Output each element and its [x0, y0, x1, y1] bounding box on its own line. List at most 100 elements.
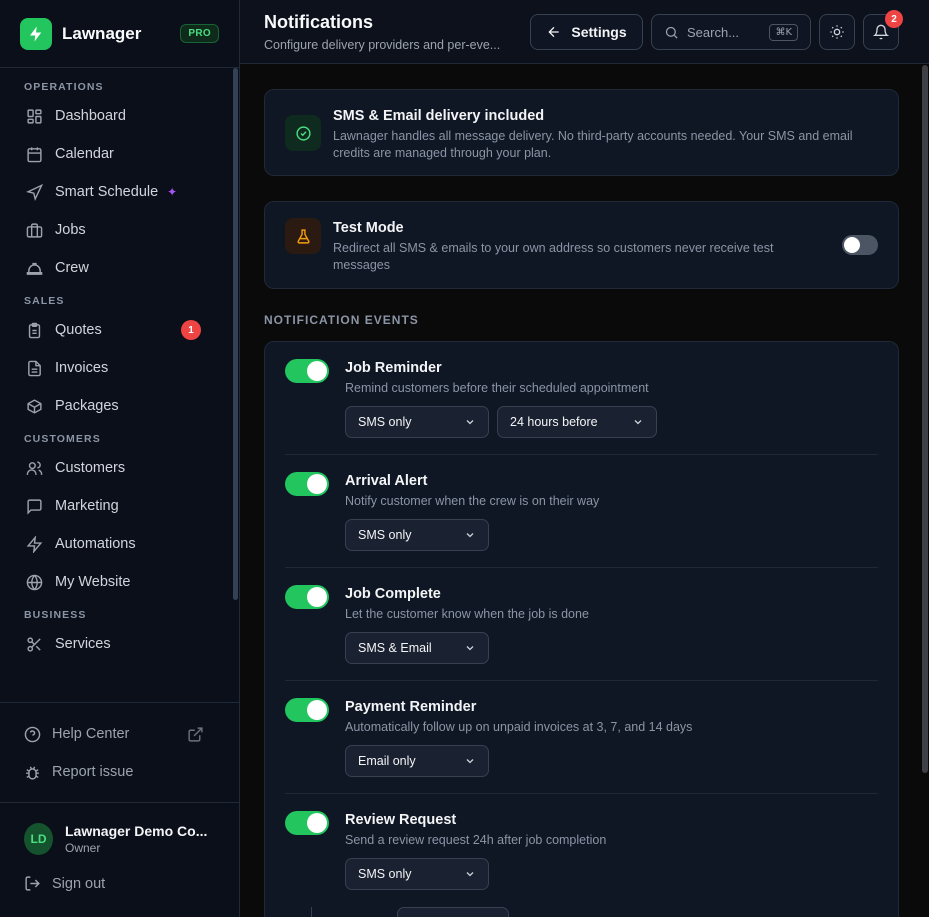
zap-icon — [26, 535, 43, 553]
notifications-button[interactable]: 2 — [863, 10, 903, 50]
sidebar-item-packages[interactable]: Packages — [0, 387, 232, 425]
sidebar-item-label: Marketing — [55, 498, 119, 514]
toggle-knob — [307, 474, 327, 494]
back-to-settings-button[interactable]: Settings — [530, 14, 643, 50]
main-scroll-thumb[interactable] — [922, 65, 928, 773]
search-input[interactable]: Search... ⌘K — [651, 14, 811, 50]
plan-badge: PRO — [180, 24, 219, 43]
event-description: Remind customers before their scheduled … — [345, 381, 649, 395]
sidebar-item-calendar[interactable]: Calendar — [0, 135, 232, 173]
sidebar-item-crew[interactable]: Crew — [0, 249, 232, 287]
event-title: Payment Reminder — [345, 699, 477, 715]
sidebar-item-customers[interactable]: Customers — [0, 449, 232, 487]
check-circle-icon — [285, 115, 321, 151]
test-mode-card: Test Mode Redirect all SMS & emails to y… — [264, 201, 899, 289]
quotes-count-badge: 1 — [181, 320, 201, 340]
event-description: Send a review request 24h after job comp… — [345, 833, 607, 847]
event-title: Job Reminder — [345, 360, 442, 376]
nested-settings-line — [311, 907, 312, 917]
review-request-channel-select[interactable]: SMS only — [345, 858, 489, 890]
sidebar-item-label: Quotes — [55, 322, 102, 338]
help-center-link[interactable]: Help Center — [0, 715, 239, 753]
event-arrival-alert: Arrival Alert Notify customer when the c… — [265, 455, 898, 568]
test-mode-toggle[interactable] — [842, 235, 878, 255]
chevron-down-icon — [466, 420, 474, 425]
sidebar-item-automations[interactable]: Automations — [0, 525, 232, 563]
sidebar-item-my-website[interactable]: My Website — [0, 563, 232, 601]
sidebar-item-quotes[interactable]: Quotes 1 — [0, 311, 232, 349]
test-mode-desc-line-2: messages — [333, 258, 390, 272]
chevron-down-icon — [466, 759, 474, 764]
main-scrollbar[interactable] — [921, 65, 929, 917]
user-menu[interactable]: LD Lawnager Demo Co... Owner — [24, 823, 215, 855]
review-request-toggle[interactable] — [285, 811, 329, 835]
job-reminder-channel-select[interactable]: SMS only — [345, 406, 489, 438]
sidebar-item-label: Dashboard — [55, 108, 126, 124]
globe-icon — [26, 574, 43, 590]
section-label-customers: CUSTOMERS — [24, 433, 101, 445]
logout-icon — [25, 876, 40, 891]
select-value: 24 hours before — [510, 415, 598, 429]
event-description: Notify customer when the crew is on thei… — [345, 494, 600, 508]
hardhat-icon — [26, 262, 43, 275]
toggle-knob — [307, 361, 327, 381]
help-center-label: Help Center — [52, 726, 130, 742]
sidebar-item-smart-schedule[interactable]: Smart Schedule ✦ — [0, 173, 232, 211]
chevron-down-icon — [466, 533, 474, 538]
notification-count-badge: 2 — [885, 10, 903, 28]
help-circle-icon — [24, 726, 41, 742]
sidebar-item-dashboard[interactable]: Dashboard — [0, 97, 232, 135]
sidebar-item-invoices[interactable]: Invoices — [0, 349, 232, 387]
avatar: LD — [24, 823, 53, 855]
scissors-icon — [27, 636, 41, 652]
file-icon — [28, 360, 41, 376]
main-content: SMS & Email delivery included Lawnager h… — [240, 65, 921, 917]
chevron-down-icon — [634, 420, 642, 425]
sparkle-icon: ✦ — [167, 185, 178, 199]
flask-icon — [285, 218, 321, 254]
select-value: SMS & Email — [358, 641, 432, 655]
event-payment-reminder: Payment Reminder Automatically follow up… — [265, 681, 898, 794]
review-delay-select[interactable] — [397, 907, 509, 917]
sign-out-label: Sign out — [52, 875, 106, 892]
sidebar-item-services[interactable]: Services — [0, 625, 232, 663]
toggle-knob — [307, 813, 327, 833]
event-title: Arrival Alert — [345, 473, 428, 489]
job-reminder-timing-select[interactable]: 24 hours before — [497, 406, 657, 438]
payment-reminder-toggle[interactable] — [285, 698, 329, 722]
report-issue-link[interactable]: Report issue — [0, 753, 239, 791]
sign-out-button[interactable]: Sign out — [24, 875, 215, 892]
user-role: Owner — [65, 841, 101, 855]
job-complete-channel-select[interactable]: SMS & Email — [345, 632, 489, 664]
sun-icon — [830, 25, 844, 39]
sidebar-item-label: Calendar — [55, 146, 114, 162]
sidebar-item-marketing[interactable]: Marketing — [0, 487, 232, 525]
toggle-knob — [844, 237, 860, 253]
job-complete-toggle[interactable] — [285, 585, 329, 609]
sidebar-item-label: Packages — [55, 398, 119, 414]
sidebar-item-label: Invoices — [55, 360, 109, 376]
job-reminder-toggle[interactable] — [285, 359, 329, 383]
arrival-alert-channel-select[interactable]: SMS only — [345, 519, 489, 551]
review-request-settings-row — [285, 907, 509, 917]
event-job-reminder: Job Reminder Remind customers before the… — [265, 342, 898, 455]
clipboard-icon — [28, 322, 41, 338]
sidebar-item-jobs[interactable]: Jobs — [0, 211, 232, 249]
toggle-knob — [307, 700, 327, 720]
sidebar-scrollbar[interactable] — [233, 68, 238, 702]
sidebar-scroll-thumb[interactable] — [233, 68, 238, 600]
payment-reminder-channel-select[interactable]: Email only — [345, 745, 489, 777]
bolt-logo-icon — [20, 17, 52, 50]
navigation-icon — [26, 183, 43, 201]
test-mode-title: Test Mode — [333, 220, 404, 236]
user-profile: LD Lawnager Demo Co... Owner Sign out — [0, 802, 239, 892]
theme-toggle-button[interactable] — [819, 14, 855, 50]
package-icon — [27, 398, 42, 414]
arrival-alert-toggle[interactable] — [285, 472, 329, 496]
select-value: SMS only — [358, 867, 412, 881]
search-icon — [665, 26, 678, 39]
users-icon — [26, 460, 43, 475]
event-title: Job Complete — [345, 586, 441, 602]
brand[interactable]: Lawnager PRO — [0, 0, 239, 68]
toggle-knob — [307, 587, 327, 607]
